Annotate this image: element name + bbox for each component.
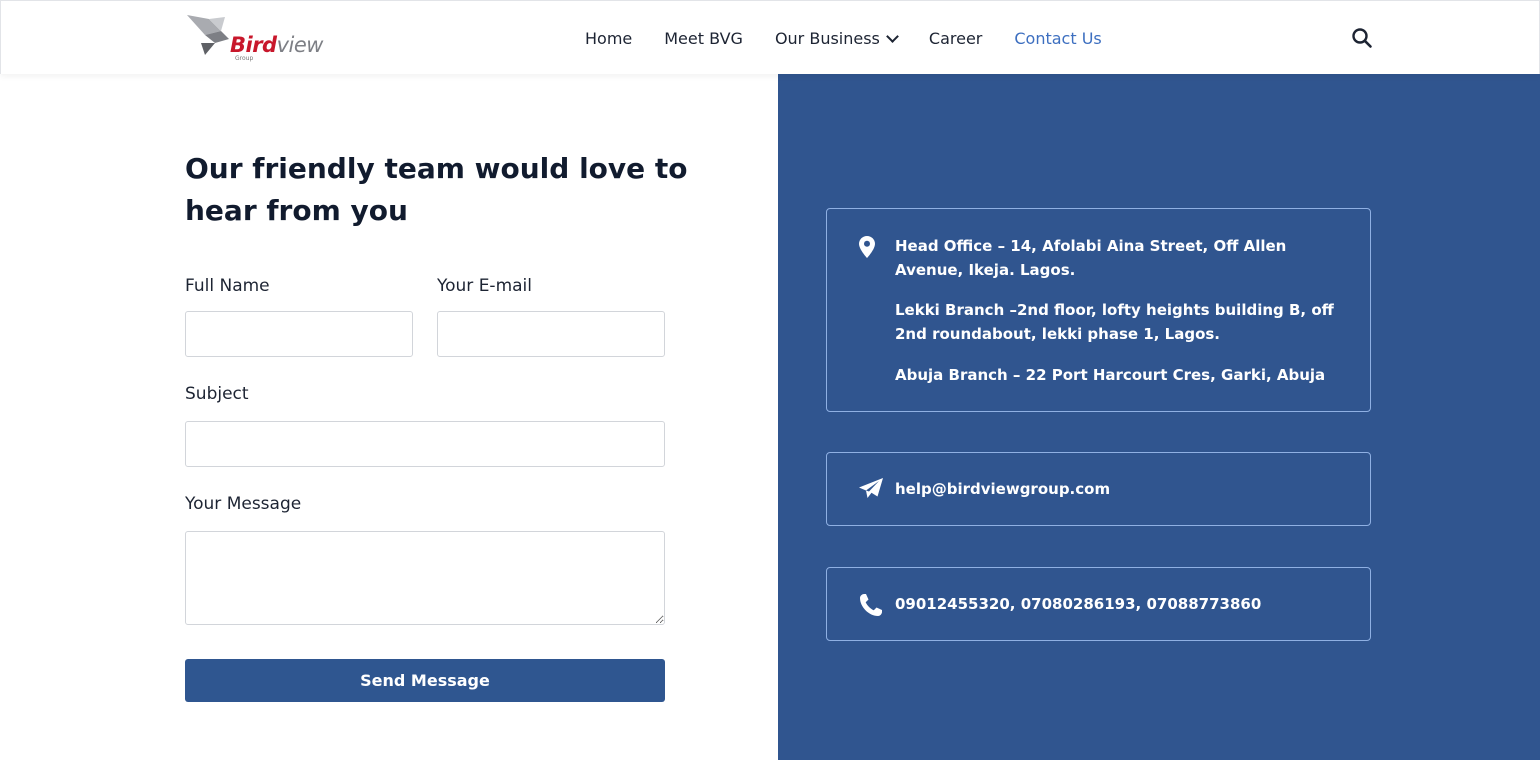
site-header: Birdview Group Home Meet BVG Our Busines… — [0, 0, 1540, 74]
paper-plane-icon — [859, 478, 883, 498]
logo-tagline: Group — [235, 55, 254, 62]
subject-label: Subject — [185, 384, 249, 404]
contact-phones[interactable]: 09012455320, 07080286193, 07088773860 — [895, 592, 1261, 616]
bird-logo-icon — [187, 15, 229, 55]
main-nav: Home Meet BVG Our Business Career Contac… — [585, 1, 1134, 75]
message-label: Your Message — [185, 494, 302, 514]
message-textarea[interactable] — [185, 531, 665, 625]
chevron-down-icon — [886, 29, 899, 43]
page-heading: Our friendly team would love to hear fro… — [185, 152, 688, 227]
search-icon[interactable] — [1351, 27, 1373, 49]
nav-meet-bvg-label: Meet BVG — [664, 28, 743, 48]
subject-input[interactable] — [185, 421, 665, 467]
logo-wordmark: Birdview — [230, 33, 323, 57]
lekki-branch-address: Lekki Branch –2nd floor, lofty heights b… — [895, 301, 1334, 343]
phone-icon — [860, 594, 882, 616]
nav-home[interactable]: Home — [585, 29, 632, 48]
logo-word-bird: Bird — [230, 33, 277, 57]
contact-info-panel: Head Office – 14, Afolabi Aina Street, O… — [778, 74, 1540, 760]
nav-career[interactable]: Career — [929, 29, 982, 48]
email-input[interactable] — [437, 311, 665, 357]
nav-our-business[interactable]: Our Business — [774, 28, 899, 48]
address-card: Head Office – 14, Afolabi Aina Street, O… — [826, 208, 1371, 412]
email-card: help@birdviewgroup.com — [826, 452, 1371, 526]
logo-word-view: view — [276, 33, 324, 57]
nav-home-label: Home — [585, 28, 633, 48]
map-marker-icon — [859, 236, 875, 258]
birdview-logo[interactable]: Birdview Group — [185, 13, 335, 65]
nav-career-label: Career — [928, 28, 983, 48]
nav-meet-bvg[interactable]: Meet BVG — [664, 29, 743, 48]
send-message-button[interactable]: Send Message — [185, 659, 665, 702]
full-name-input[interactable] — [185, 311, 413, 357]
contact-email[interactable]: help@birdviewgroup.com — [895, 477, 1110, 501]
abuja-branch-address: Abuja Branch – 22 Port Harcourt Cres, Ga… — [895, 366, 1326, 384]
nav-contact-us[interactable]: Contact Us — [1014, 29, 1101, 48]
head-office-address: Head Office – 14, Afolabi Aina Street, O… — [895, 237, 1287, 279]
full-name-label: Full Name — [185, 276, 270, 296]
nav-our-business-label: Our Business — [774, 28, 880, 48]
email-label: Your E-mail — [437, 276, 532, 296]
nav-contact-us-label: Contact Us — [1014, 28, 1102, 48]
phone-card: 09012455320, 07080286193, 07088773860 — [826, 567, 1371, 641]
